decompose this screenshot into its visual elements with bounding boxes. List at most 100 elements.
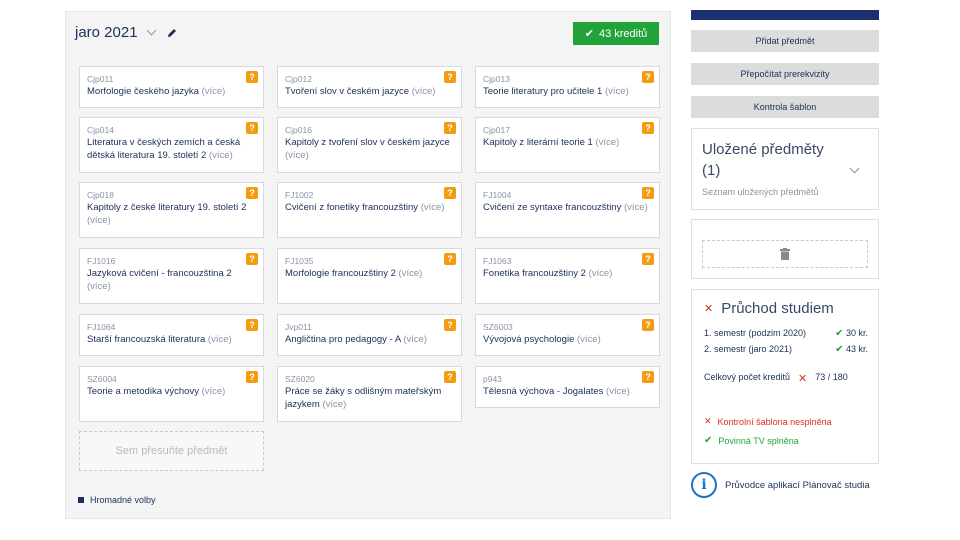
chevron-down-icon[interactable] — [849, 163, 860, 174]
help-icon[interactable]: ? — [246, 371, 258, 383]
help-icon[interactable]: ? — [246, 71, 258, 83]
course-code: Cjp017 — [483, 125, 510, 135]
pencil-icon[interactable] — [167, 28, 177, 38]
saved-courses-panel[interactable]: Uložené předměty (1) Seznam uložených př… — [691, 128, 879, 210]
semester-selector[interactable]: jaro 2021 — [75, 24, 177, 41]
semester-credits: ✔ 30 kr. — [835, 328, 868, 339]
tv-status-label: Povinná TV splněna — [718, 435, 799, 446]
semester-credits-row: 1. semestr (podzim 2020) ✔ 30 kr. — [704, 328, 868, 339]
course-name: Kapitoly z české literatury 19. století … — [87, 202, 247, 226]
check-templates-button[interactable]: Kontrola šablon — [691, 96, 879, 118]
cross-icon: ✕ — [798, 373, 808, 385]
check-icon: ✔ — [704, 435, 713, 446]
course-code: Cjp018 — [87, 190, 114, 200]
bulk-actions[interactable]: Hromadné volby — [78, 495, 156, 505]
help-icon[interactable]: ? — [444, 187, 456, 199]
more-link[interactable]: (více) — [399, 268, 423, 279]
course-card[interactable]: Cjp016 Kapitoly z tvoření slov v českém … — [277, 117, 462, 173]
course-name: Literatura v českých zemích a česká děts… — [87, 137, 241, 161]
more-link[interactable]: (více) — [87, 281, 111, 292]
help-icon[interactable]: ? — [642, 187, 654, 199]
more-link[interactable]: (více) — [202, 86, 226, 97]
course-code: Cjp012 — [285, 74, 312, 84]
help-icon[interactable]: ? — [642, 122, 654, 134]
help-icon[interactable]: ? — [246, 253, 258, 265]
course-code: p943 — [483, 374, 502, 384]
trash-drop-zone[interactable] — [702, 240, 868, 268]
course-name: Cvičení z fonetiky francouzštiny (více) — [285, 202, 445, 213]
help-icon[interactable]: ? — [642, 319, 654, 331]
more-link[interactable]: (více) — [412, 86, 436, 97]
help-icon[interactable]: ? — [642, 253, 654, 265]
course-code: Cjp014 — [87, 125, 114, 135]
course-card[interactable]: p943 Tělesná výchova - Jogalates (více) … — [475, 366, 660, 408]
course-card[interactable]: FJ1063 Fonetika francouzštiny 2 (více) ? — [475, 248, 660, 304]
course-card[interactable]: Cjp012 Tvoření slov v českém jazyce (víc… — [277, 66, 462, 108]
course-card[interactable]: Cjp013 Teorie literatury pro učitele 1 (… — [475, 66, 660, 108]
add-course-button[interactable]: Přidat předmět — [691, 30, 879, 52]
course-code: SZ6004 — [87, 374, 117, 384]
more-link[interactable]: (více) — [589, 268, 613, 279]
square-icon — [78, 497, 84, 503]
more-link[interactable]: (více) — [87, 215, 111, 226]
semester-title: jaro 2021 — [75, 24, 138, 41]
course-card[interactable]: Cjp017 Kapitoly z literární teorie 1 (ví… — [475, 117, 660, 173]
semester-panel: jaro 2021 ✔ 43 kreditů Cjp011 Morfologie… — [65, 11, 671, 519]
more-link[interactable]: (více) — [202, 386, 226, 397]
app-guide-link[interactable]: i Průvodce aplikací Plánovač studia — [691, 472, 870, 498]
help-icon[interactable]: ? — [246, 122, 258, 134]
course-name: Morfologie českého jazyka (více) — [87, 86, 226, 97]
course-card[interactable]: Cjp011 Morfologie českého jazyka (více) … — [79, 66, 264, 108]
course-card[interactable]: SZ6003 Vývojová psychologie (více) ? — [475, 314, 660, 356]
course-card[interactable]: Jvp011 Angličtina pro pedagogy - A (více… — [277, 314, 462, 356]
more-link[interactable]: (více) — [577, 334, 601, 345]
more-link[interactable]: (více) — [606, 386, 630, 397]
cross-icon: ✕ — [704, 303, 714, 315]
study-progress-title: Průchod studiem — [721, 300, 834, 317]
help-icon[interactable]: ? — [642, 371, 654, 383]
more-link[interactable]: (více) — [403, 334, 427, 345]
chevron-down-icon[interactable] — [146, 25, 157, 36]
top-accent-bar — [691, 10, 879, 20]
course-drop-zone[interactable]: Sem přesuňte předmět — [79, 431, 264, 471]
course-card[interactable]: FJ1064 Starší francouzská literatura (ví… — [79, 314, 264, 356]
more-link[interactable]: (více) — [595, 137, 619, 148]
course-code: Cjp011 — [87, 74, 114, 84]
more-link[interactable]: (více) — [208, 334, 232, 345]
course-card[interactable]: SZ6004 Teorie a metodika výchovy (více) … — [79, 366, 264, 422]
course-card[interactable]: FJ1004 Cvičení ze syntaxe francouzštiny … — [475, 182, 660, 238]
course-card[interactable]: FJ1002 Cvičení z fonetiky francouzštiny … — [277, 182, 462, 238]
more-link[interactable]: (více) — [421, 202, 445, 213]
template-status: ✕ Kontrolní šablona nesplněna — [704, 416, 832, 427]
more-link[interactable]: (více) — [209, 150, 233, 161]
trash-panel — [691, 219, 879, 279]
course-name: Kapitoly z tvoření slov v českém jazyce … — [285, 137, 450, 161]
course-card[interactable]: Cjp014 Literatura v českých zemích a čes… — [79, 117, 264, 173]
tv-status: ✔ Povinná TV splněna — [704, 435, 799, 446]
check-icon: ✔ — [835, 344, 844, 355]
course-code: SZ6020 — [285, 374, 315, 384]
help-icon[interactable]: ? — [444, 319, 456, 331]
semester-credits: ✔ 43 kr. — [835, 344, 868, 355]
info-icon: i — [691, 472, 717, 498]
help-icon[interactable]: ? — [246, 187, 258, 199]
course-card[interactable]: SZ6020 Práce se žáky s odlišným mateřský… — [277, 366, 462, 422]
help-icon[interactable]: ? — [444, 253, 456, 265]
more-link[interactable]: (více) — [285, 150, 309, 161]
help-icon[interactable]: ? — [246, 319, 258, 331]
course-card[interactable]: Cjp018 Kapitoly z české literatury 19. s… — [79, 182, 264, 238]
course-code: SZ6003 — [483, 322, 513, 332]
recalculate-prerequisites-button[interactable]: Přepočítat prerekvizity — [691, 63, 879, 85]
help-icon[interactable]: ? — [444, 371, 456, 383]
help-icon[interactable]: ? — [444, 71, 456, 83]
course-card[interactable]: FJ1016 Jazyková cvičení - francouzština … — [79, 248, 264, 304]
more-link[interactable]: (více) — [624, 202, 648, 213]
more-link[interactable]: (více) — [322, 399, 346, 410]
course-name: Morfologie francouzštiny 2 (více) — [285, 268, 423, 279]
check-icon: ✔ — [584, 28, 594, 40]
course-card[interactable]: FJ1035 Morfologie francouzštiny 2 (více)… — [277, 248, 462, 304]
help-icon[interactable]: ? — [444, 122, 456, 134]
course-name: Angličtina pro pedagogy - A (více) — [285, 334, 428, 345]
more-link[interactable]: (více) — [605, 86, 629, 97]
help-icon[interactable]: ? — [642, 71, 654, 83]
